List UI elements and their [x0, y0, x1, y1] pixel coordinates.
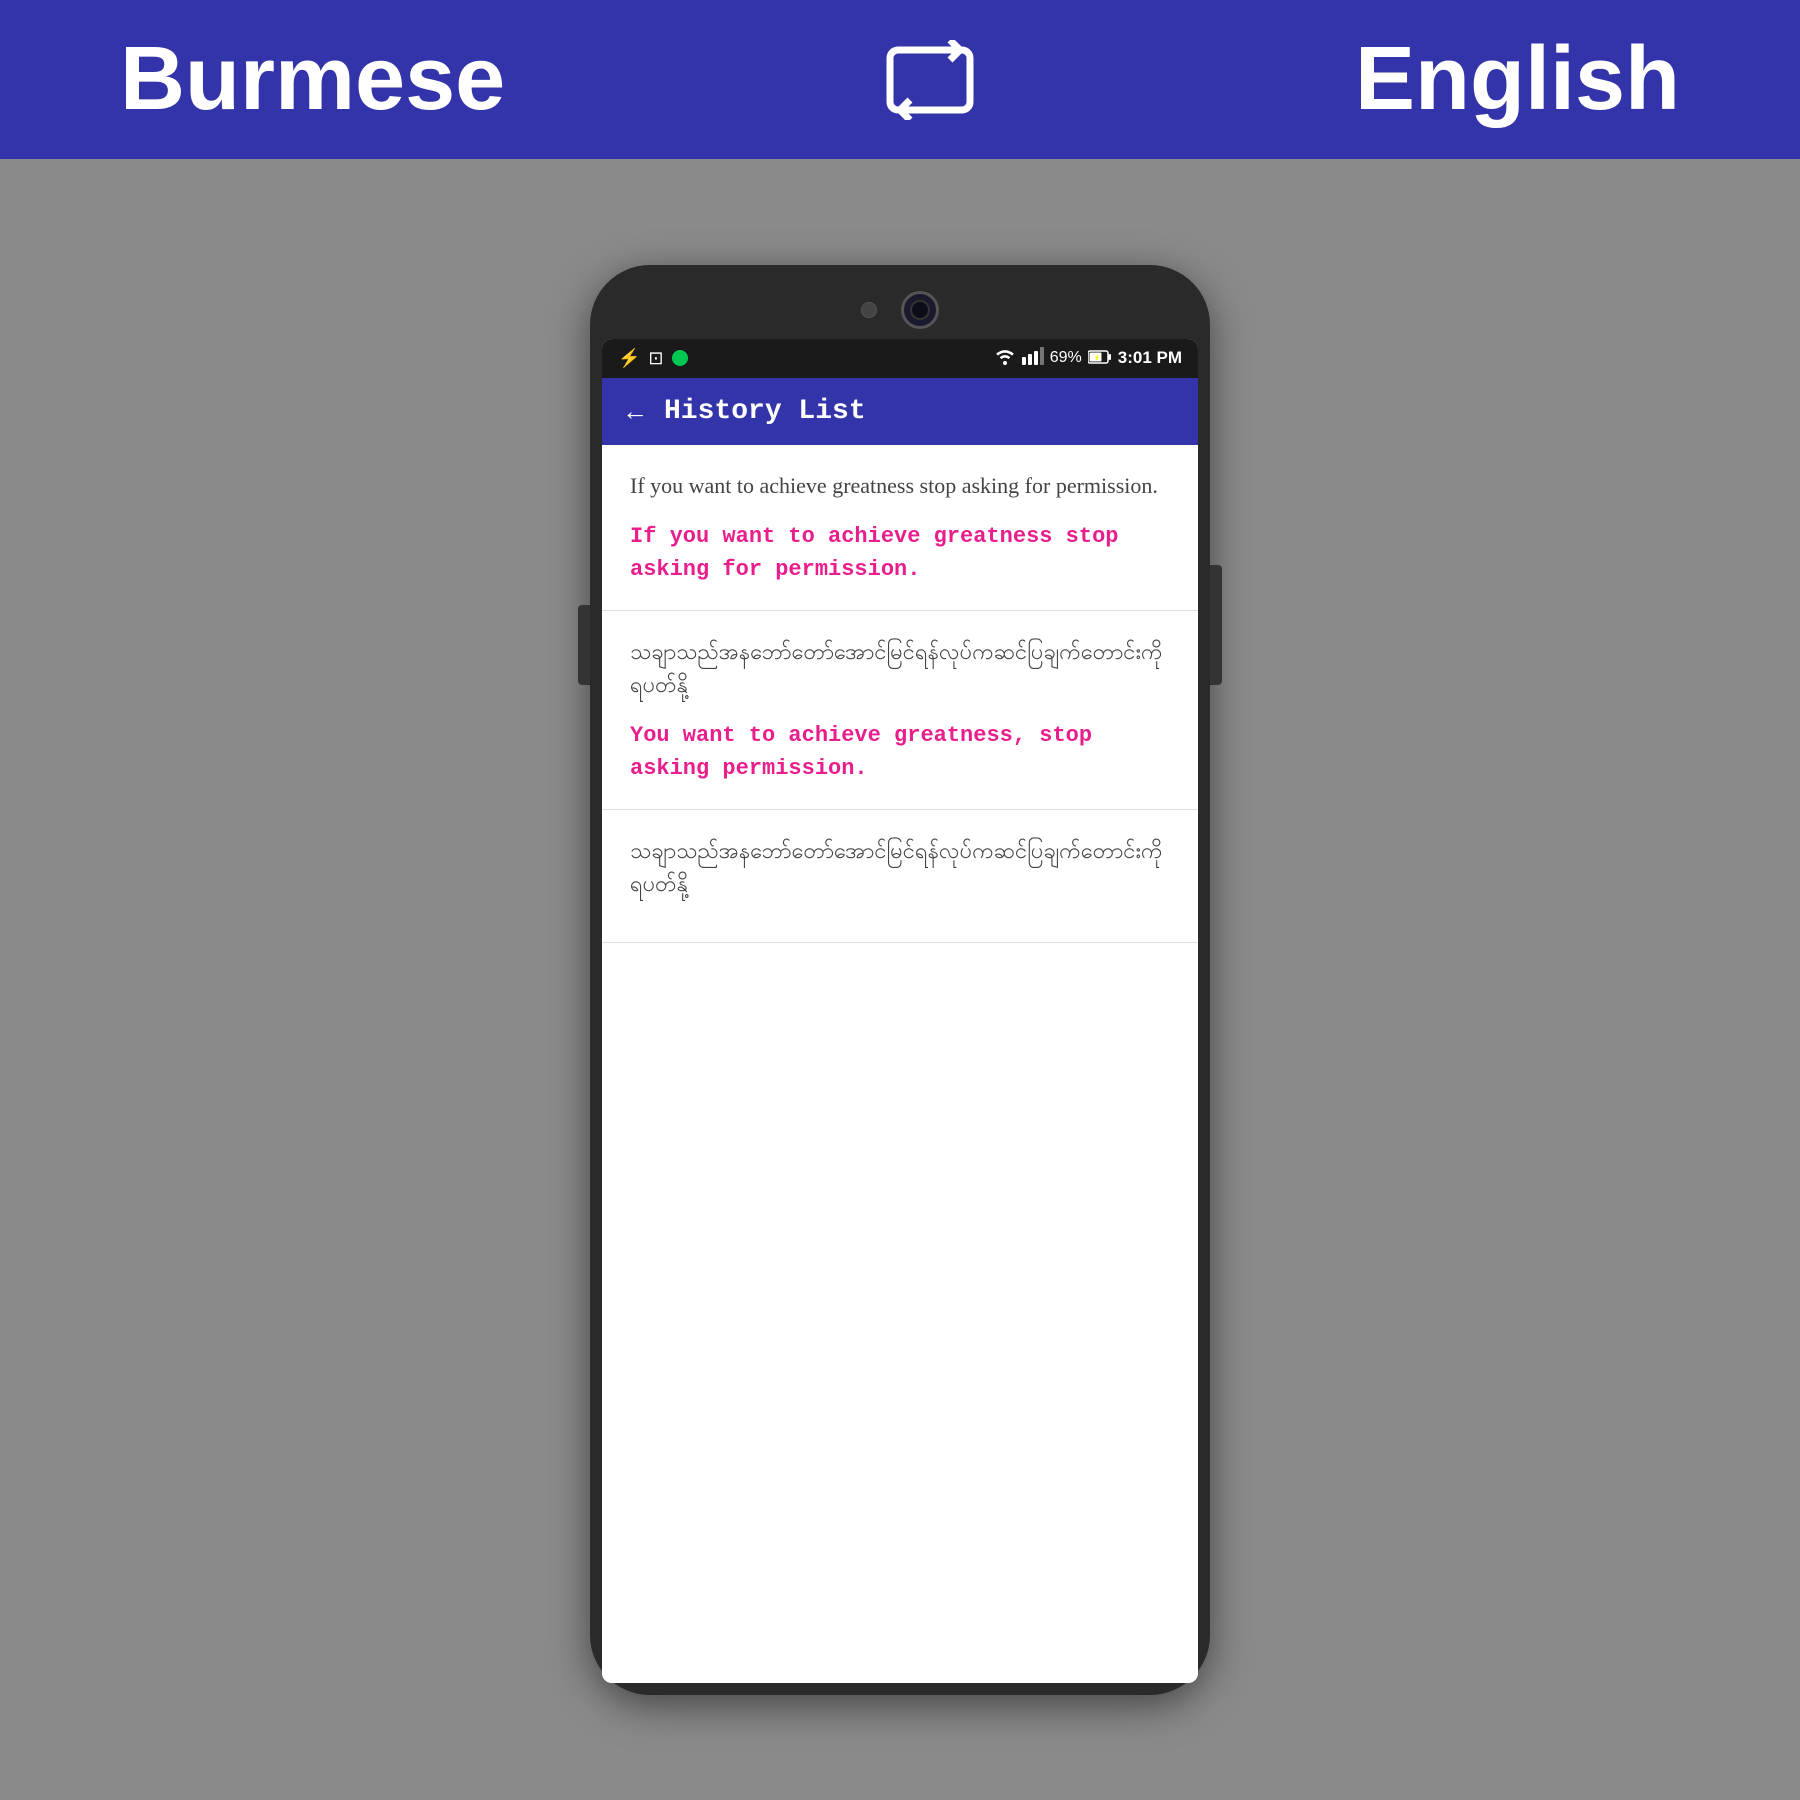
wifi-icon	[994, 347, 1016, 370]
phone-device: ⚡ ⊡	[590, 265, 1210, 1695]
language-bar: Burmese English	[0, 0, 1800, 159]
camera-inner	[910, 300, 930, 320]
list-item[interactable]: သချာသည်အနဘော်တော်အောင်မြင်ရန်လုပ်ကဆင်ပြခ…	[602, 810, 1198, 943]
list-item[interactable]: သချာသည်အနဘော်တော်အောင်မြင်ရန်လုပ်ကဆင်ပြခ…	[602, 611, 1198, 810]
app-toolbar: ← History List	[602, 378, 1198, 445]
image-icon: ⊡	[648, 348, 663, 369]
target-language-label[interactable]: English	[1355, 28, 1680, 131]
location-icon	[672, 350, 688, 366]
screen-title: History List	[664, 396, 866, 427]
status-left-icons: ⚡ ⊡	[618, 348, 688, 369]
power-button-right	[1210, 565, 1222, 685]
list-item[interactable]: If you want to achieve greatness stop as…	[602, 445, 1198, 611]
signal-icon	[1022, 347, 1044, 370]
usb-icon: ⚡	[618, 348, 640, 369]
battery-icon	[1088, 348, 1112, 369]
phone-screen: ⚡ ⊡	[602, 339, 1198, 1683]
translated-text-1: If you want to achieve greatness stop as…	[630, 520, 1170, 586]
source-text-3: သချာသည်အနဘော်တော်အောင်မြင်ရန်လုပ်ကဆင်ပြခ…	[630, 834, 1170, 900]
source-text-1: If you want to achieve greatness stop as…	[630, 469, 1170, 502]
swap-languages-button[interactable]	[880, 40, 980, 120]
battery-percent: 69%	[1050, 349, 1082, 367]
history-list-content[interactable]: If you want to achieve greatness stop as…	[602, 445, 1198, 1683]
camera-lens	[901, 291, 939, 329]
source-text-2: သချာသည်အနဘော်တော်အောင်မြင်ရန်လုပ်ကဆင်ပြခ…	[630, 635, 1170, 701]
translated-text-2: You want to achieve greatness, stop aski…	[630, 719, 1170, 785]
time-display: 3:01 PM	[1118, 348, 1182, 368]
back-button[interactable]: ←	[622, 396, 648, 427]
phone-top-area	[602, 277, 1198, 339]
status-right-icons: 69% 3:01 PM	[994, 347, 1182, 370]
status-bar: ⚡ ⊡	[602, 339, 1198, 378]
sensor-dot	[861, 302, 877, 318]
phone-wrapper: ⚡ ⊡	[0, 159, 1800, 1800]
volume-button-left	[578, 605, 590, 685]
source-language-label[interactable]: Burmese	[120, 28, 505, 131]
